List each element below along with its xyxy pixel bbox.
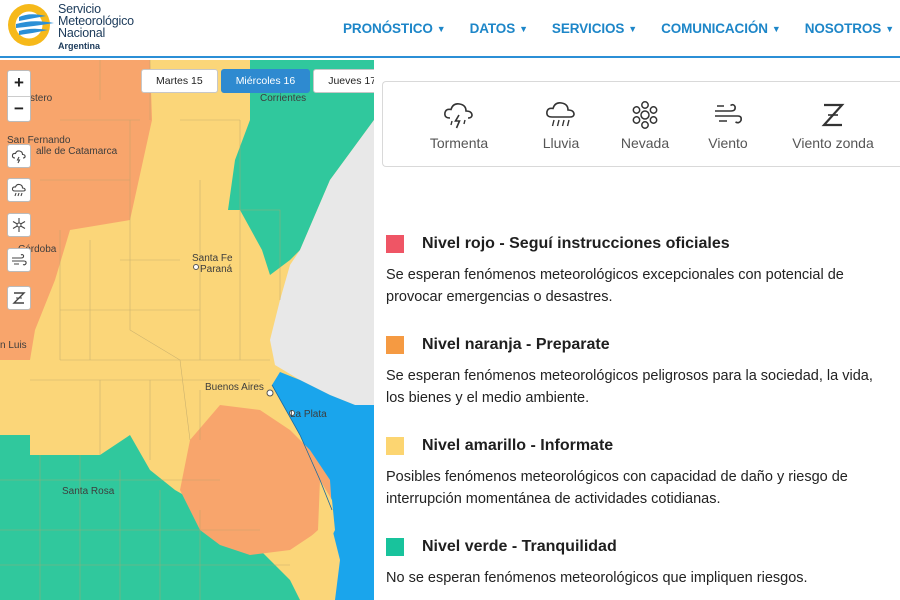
rain-icon — [11, 183, 26, 197]
level-swatch-yellow — [386, 437, 404, 455]
layer-rain-button[interactable] — [7, 178, 31, 202]
layer-storm-button[interactable] — [7, 144, 31, 168]
map-label-la-plata: La Plata — [290, 409, 327, 420]
main-nav: PRONÓSTICO ▼ DATOS ▼ SERVICIOS ▼ COMUNICACI… — [319, 21, 894, 36]
alert-map[interactable]: stero Corrientes San Fernando alle de Ca… — [0, 60, 374, 600]
phenomenon-label: Viento zonda — [792, 135, 874, 151]
level-title: Nivel naranja - Preparate — [422, 336, 610, 353]
layer-wind-button[interactable] — [7, 248, 31, 272]
phenomenon-lluvia[interactable]: Lluvia — [521, 100, 601, 151]
level-description: Se esperan fenómenos meteorológicos exce… — [386, 267, 844, 305]
day-tab-miercoles[interactable]: Miércoles 16 — [220, 69, 311, 93]
phenomenon-label: Viento — [708, 135, 748, 151]
map-zone-green-left — [0, 435, 30, 455]
nav-label: NOSOTROS — [804, 21, 882, 36]
level-swatch-green — [386, 538, 404, 556]
caret-down-icon: ▼ — [628, 24, 638, 34]
layer-snow-button[interactable] — [7, 213, 31, 237]
phenomenon-viento-zonda[interactable]: Viento zonda — [783, 100, 883, 151]
thunderstorm-icon — [444, 103, 473, 129]
caret-down-icon: ▼ — [885, 24, 894, 34]
zoom-out-button[interactable]: − — [8, 96, 30, 121]
brand-line-3: Nacional — [58, 26, 106, 40]
brand-name[interactable]: Servicio Meteorológico Nacional Argentin… — [58, 3, 134, 52]
nav-label: PRONÓSTICO — [343, 21, 433, 36]
storm-icon — [11, 150, 26, 164]
layer-zonda-button[interactable] — [7, 286, 31, 310]
map-label-catamarca: alle de Catamarca — [36, 146, 118, 157]
level-title: Nivel amarillo - Informate — [422, 437, 614, 454]
nav-pronostico[interactable]: PRONÓSTICO ▼ — [343, 21, 446, 36]
nav-datos[interactable]: DATOS ▼ — [470, 21, 528, 36]
city-marker — [193, 264, 199, 270]
nav-comunicacion[interactable]: COMUNICACIÓN ▼ — [661, 21, 781, 36]
city-marker — [266, 389, 274, 397]
map-label-corrientes: Corrientes — [260, 93, 307, 104]
level-swatch-orange — [386, 336, 404, 354]
zoom-control: + − — [7, 70, 31, 122]
snow-icon — [12, 218, 26, 232]
snowflake-icon — [632, 101, 658, 129]
level-description: Se esperan fenómenos meteorológicos peli… — [386, 368, 873, 406]
zonda-icon — [821, 103, 845, 127]
nav-label: COMUNICACIÓN — [661, 21, 768, 36]
day-tab-jueves[interactable]: Jueves 17 — [313, 69, 374, 93]
caret-down-icon: ▼ — [519, 24, 528, 34]
caret-down-icon: ▼ — [436, 24, 446, 34]
level-description: Posibles fenómenos meteorológicos con ca… — [386, 469, 848, 507]
phenomenon-tormenta[interactable]: Tormenta — [419, 100, 499, 151]
phenomenon-label: Lluvia — [542, 135, 580, 151]
level-swatch-red — [386, 235, 404, 253]
nav-label: DATOS — [469, 21, 516, 36]
map-label-estero: stero — [30, 93, 53, 104]
zonda-icon — [12, 292, 26, 304]
phenomenon-label: Tormenta — [429, 135, 489, 151]
caret-down-icon: ▼ — [771, 24, 781, 34]
phenomena-filter: Tormenta Lluvia Nevada Viento Viento zon… — [382, 81, 900, 167]
level-title: Nivel verde - Tranquilidad — [422, 538, 617, 555]
map-label-santa-rosa: Santa Rosa — [62, 486, 115, 497]
wind-icon — [12, 254, 27, 266]
zoom-in-button[interactable]: + — [8, 71, 30, 96]
nav-nosotros[interactable]: NOSOTROS ▼ — [805, 21, 894, 36]
site-header: Servicio Meteorológico Nacional Argentin… — [0, 0, 900, 58]
rain-icon — [546, 102, 575, 127]
nav-servicios[interactable]: SERVICIOS ▼ — [552, 21, 637, 36]
day-tab-martes[interactable]: Martes 15 — [141, 69, 218, 93]
level-description: No se esperan fenómenos meteorológicos q… — [386, 570, 808, 586]
level-title: Nivel rojo - Seguí instrucciones oficial… — [422, 235, 730, 252]
phenomenon-label: Nevada — [620, 135, 670, 151]
wind-icon — [715, 103, 742, 124]
smn-logo[interactable] — [6, 2, 56, 48]
brand-country: Argentina — [58, 41, 101, 51]
day-selector: Martes 15 Miércoles 16 Jueves 17 — [141, 69, 374, 93]
map-label-parana: Paraná — [200, 264, 233, 275]
map-label-buenos-aires: Buenos Aires — [205, 382, 264, 393]
phenomenon-nevada[interactable]: Nevada — [605, 100, 685, 151]
nav-label: SERVICIOS — [551, 21, 625, 36]
map-label-san-luis: n Luis — [0, 340, 27, 351]
phenomenon-viento[interactable]: Viento — [688, 100, 768, 151]
map-label-santa-fe: Santa Fe — [192, 253, 233, 264]
